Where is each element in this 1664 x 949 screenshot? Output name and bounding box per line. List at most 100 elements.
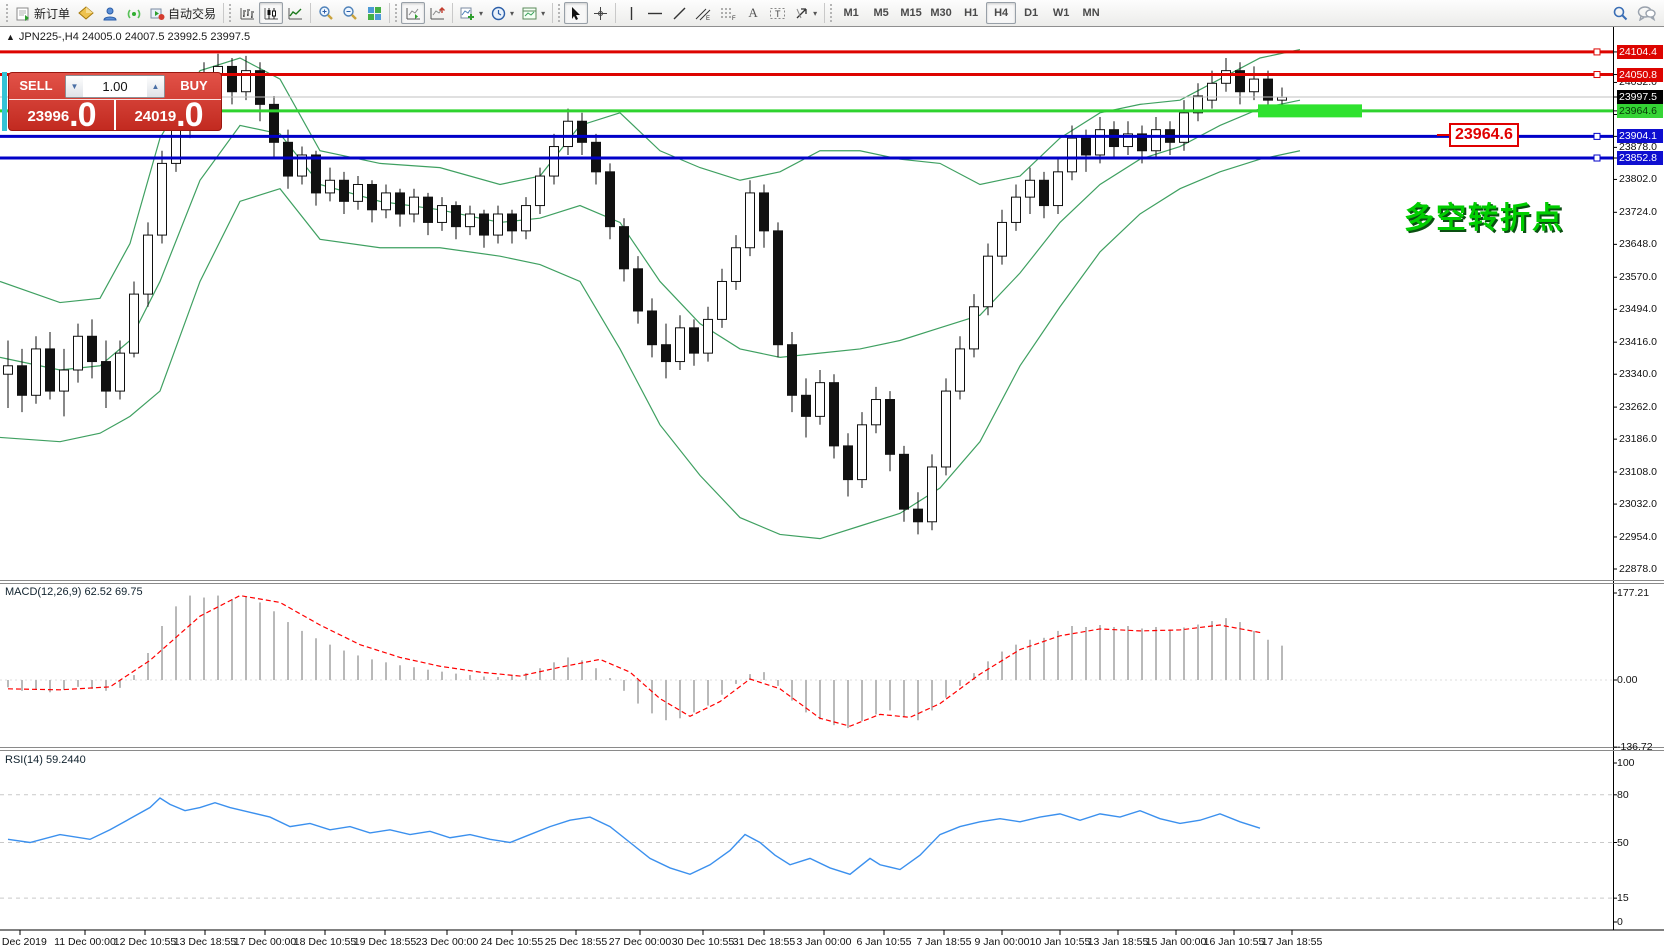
buy-price[interactable]: 24019 .0	[116, 100, 221, 131]
timeframe-m15[interactable]: M15	[896, 2, 926, 24]
buy-price-int: 24019	[134, 104, 176, 130]
dropdown-caret: ▾	[813, 9, 817, 18]
text-tool[interactable]: A	[741, 2, 765, 24]
zoom-out-icon	[342, 5, 358, 21]
auto-trading-button[interactable]: 自动交易	[146, 2, 220, 24]
panel-collapse-strip[interactable]	[2, 72, 7, 131]
toolbar-grip	[558, 4, 562, 22]
timeframe-m30[interactable]: M30	[926, 2, 956, 24]
trendline-icon	[672, 6, 687, 21]
templates-button[interactable]: ▾	[518, 2, 549, 24]
sell-price[interactable]: 23996 .0	[9, 100, 116, 131]
chart-shift-icon	[430, 6, 445, 21]
price-line-label[interactable]: 24104.4	[1617, 45, 1663, 59]
rsi-axis-label: 0	[1617, 915, 1623, 929]
price-tag[interactable]: 23964.6	[1449, 123, 1519, 147]
zoom-out-button[interactable]	[338, 2, 362, 24]
line-chart-button[interactable]	[283, 2, 307, 24]
auto-scroll-button[interactable]	[401, 2, 425, 24]
rsi-axis-label: 50	[1617, 836, 1629, 850]
hline-handle[interactable]	[1594, 72, 1600, 78]
clock-icon	[491, 6, 506, 21]
time-axis-label: 17 Dec 00:00	[234, 936, 296, 948]
timeframe-d1[interactable]: D1	[1016, 2, 1046, 24]
ohlc-bars-icon	[240, 6, 255, 21]
panel-toggle-icon[interactable]: ▲	[6, 32, 15, 42]
price-tick-label: 23570.0	[1617, 270, 1663, 284]
time-axis-label: 12 Dec 10:55	[114, 936, 176, 948]
timeframe-m1[interactable]: M1	[836, 2, 866, 24]
separator	[310, 3, 311, 23]
timeframe-m5[interactable]: M5	[866, 2, 896, 24]
hline-handle[interactable]	[1594, 155, 1600, 161]
auto-trading-icon	[150, 6, 165, 21]
rsi-label: RSI(14) 59.2440	[5, 754, 86, 766]
text-tool-icon: A	[748, 5, 757, 21]
volume-decrease-button[interactable]: ▼	[66, 76, 83, 97]
trendline-tool[interactable]	[667, 2, 691, 24]
bar-chart-button[interactable]	[235, 2, 259, 24]
price-tick-label: 23724.0	[1617, 205, 1663, 219]
price-line-label[interactable]: 23852.8	[1617, 151, 1663, 165]
periods-button[interactable]: ▾	[487, 2, 518, 24]
community-button[interactable]	[98, 2, 122, 24]
search-button[interactable]	[1608, 2, 1633, 24]
timeframe-h1[interactable]: H1	[956, 2, 986, 24]
vertical-line-tool[interactable]	[619, 2, 643, 24]
volume-input[interactable]	[83, 76, 147, 97]
turning-point-note[interactable]: 多空转折点	[1404, 193, 1564, 237]
zoom-in-button[interactable]	[314, 2, 338, 24]
fibonacci-tool[interactable]: F	[716, 2, 741, 24]
channel-tool[interactable]: E	[691, 2, 716, 24]
tile-windows-button[interactable]	[362, 2, 386, 24]
time-axis-label: 9 Jan 00:00	[975, 936, 1030, 948]
trade-panel-prices: 23996 .0 24019 .0	[9, 100, 221, 131]
sell-button[interactable]: SELL	[9, 73, 63, 99]
cursor-button[interactable]	[564, 2, 588, 24]
tile-windows-icon	[367, 6, 382, 21]
volume-increase-button[interactable]: ▲	[147, 76, 164, 97]
candlestick-chart-button[interactable]	[259, 2, 283, 24]
horizontal-line-tool[interactable]	[643, 2, 667, 24]
hline-handle[interactable]	[1594, 49, 1600, 55]
profile-button[interactable]	[74, 2, 98, 24]
search-icon	[1612, 5, 1629, 22]
highlight-bar[interactable]	[1258, 104, 1362, 117]
line-chart-icon	[288, 6, 303, 21]
price-line-label[interactable]: 24050.8	[1617, 68, 1663, 82]
indicators-button[interactable]: ▾	[456, 2, 487, 24]
macd-histogram	[8, 596, 1282, 729]
time-axis-label: 27 Dec 00:00	[609, 936, 671, 948]
new-order-button[interactable]: 新订单	[12, 2, 74, 24]
chat-button[interactable]	[1633, 2, 1660, 24]
price-line-label[interactable]: 23964.6	[1617, 104, 1663, 118]
rsi-line	[8, 798, 1260, 874]
timeframe-w1[interactable]: W1	[1046, 2, 1076, 24]
auto-scroll-icon	[406, 6, 421, 21]
vertical-line-icon	[625, 6, 638, 21]
chart-canvas[interactable]	[0, 27, 1664, 949]
separator	[389, 3, 390, 23]
one-click-trading-panel: SELL ▼ ▲ BUY 23996 .0 24019 .0	[8, 72, 222, 131]
text-label-tool[interactable]: T	[765, 2, 790, 24]
signals-button[interactable]	[122, 2, 146, 24]
timeframe-h4[interactable]: H4	[986, 2, 1016, 24]
price-line-label[interactable]: 23997.5	[1617, 90, 1663, 104]
time-axis-label: 13 Dec 18:55	[174, 936, 236, 948]
crosshair-button[interactable]	[588, 2, 612, 24]
chart-shift-button[interactable]	[425, 2, 449, 24]
chart-title-text: JPN225-,H4 24005.0 24007.5 23992.5 23997…	[19, 31, 250, 43]
macd-axis-label: -136.72	[1617, 740, 1653, 754]
fibonacci-icon: F	[720, 6, 737, 21]
price-line-label[interactable]: 23904.1	[1617, 129, 1663, 143]
cursor-icon	[569, 6, 583, 21]
arrows-tool[interactable]: ▾	[790, 2, 821, 24]
price-tick-label: 22878.0	[1617, 562, 1663, 576]
toolbar-grip	[830, 4, 834, 22]
rsi-axis-label: 100	[1617, 756, 1635, 770]
candlestick-icon	[264, 6, 279, 21]
person-icon	[102, 6, 118, 21]
hline-handle[interactable]	[1594, 133, 1600, 139]
timeframe-mn[interactable]: MN	[1076, 2, 1106, 24]
time-axis-label: 3 Jan 00:00	[797, 936, 852, 948]
